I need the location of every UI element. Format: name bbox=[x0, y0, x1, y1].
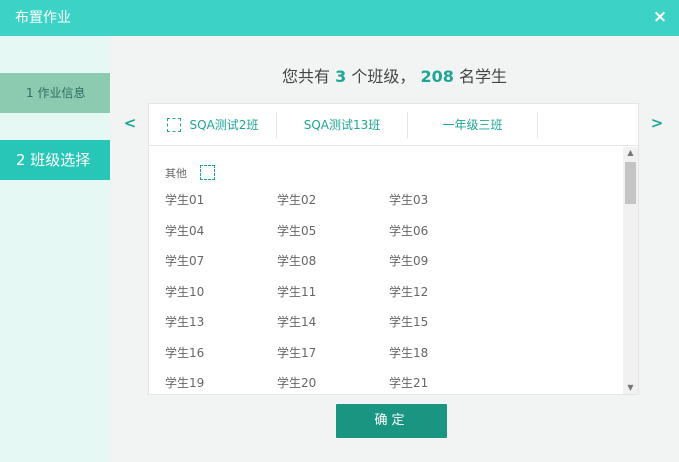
chevron-left-icon[interactable]: < bbox=[122, 114, 138, 132]
tab-label: 一年级三班 bbox=[442, 118, 503, 132]
summary-middle: 个班级， bbox=[351, 67, 416, 86]
student-count: 208 bbox=[420, 67, 454, 86]
student-item[interactable]: 学生03 bbox=[389, 191, 428, 208]
tab-label: SQA测试2班 bbox=[189, 118, 259, 132]
tab-label: SQA测试13班 bbox=[303, 118, 381, 132]
class-student-panel: SQA测试2班 SQA测试13班 一年级三班 其他 学生01 学生02 学生03 学生… bbox=[148, 103, 639, 395]
confirm-button[interactable]: 确定 bbox=[336, 404, 447, 438]
student-item[interactable]: 学生17 bbox=[277, 344, 316, 361]
student-item[interactable]: 学生11 bbox=[277, 283, 316, 300]
class-count: 3 bbox=[335, 67, 347, 86]
student-item[interactable]: 学生01 bbox=[165, 191, 204, 208]
student-item[interactable]: 学生18 bbox=[389, 344, 428, 361]
summary-prefix: 您共有 bbox=[282, 67, 331, 86]
tab-class-grade1-3[interactable]: 一年级三班 bbox=[408, 112, 538, 138]
student-item[interactable]: 学生05 bbox=[277, 222, 316, 239]
summary-suffix: 名学生 bbox=[458, 67, 507, 86]
student-item[interactable]: 学生08 bbox=[277, 252, 316, 269]
student-item[interactable]: 学生07 bbox=[165, 252, 204, 269]
step-homework-info[interactable]: 1 作业信息 bbox=[0, 73, 110, 113]
group-select-all-checkbox[interactable] bbox=[200, 165, 215, 180]
student-item[interactable]: 学生04 bbox=[165, 222, 204, 239]
student-item[interactable]: 学生10 bbox=[165, 283, 204, 300]
student-item[interactable]: 学生12 bbox=[389, 283, 428, 300]
dialog-title: 布置作业 bbox=[15, 10, 71, 26]
student-item[interactable]: 学生15 bbox=[389, 313, 428, 330]
student-item[interactable]: 学生13 bbox=[165, 313, 204, 330]
tab-class-sqa13[interactable]: SQA测试13班 bbox=[277, 112, 408, 138]
step-class-selection[interactable]: 2 班级选择 bbox=[0, 140, 110, 180]
student-list: 其他 学生01 学生02 学生03 学生04 学生05 学生06 学生07 学生08 学生09 学… bbox=[149, 147, 623, 394]
student-item[interactable]: 学生20 bbox=[277, 374, 316, 391]
student-item[interactable]: 学生14 bbox=[277, 313, 316, 330]
group-label: 其他 bbox=[165, 167, 187, 180]
assign-homework-dialog: 布置作业 × 1 作业信息 2 班级选择 您共有 3 个班级， 208 名学生 … bbox=[0, 0, 679, 462]
chevron-right-icon[interactable]: > bbox=[649, 114, 665, 132]
student-item[interactable]: 学生09 bbox=[389, 252, 428, 269]
scrollbar-thumb[interactable] bbox=[625, 162, 636, 204]
class-tabs: SQA测试2班 SQA测试13班 一年级三班 bbox=[149, 104, 638, 146]
class-selection-panel: 您共有 3 个班级， 208 名学生 < > SQA测试2班 SQA测试13班 … bbox=[110, 36, 679, 462]
scroll-down-icon[interactable]: ▼ bbox=[623, 382, 638, 394]
student-item[interactable]: 学生02 bbox=[277, 191, 316, 208]
step-sidebar: 1 作业信息 2 班级选择 bbox=[0, 36, 110, 462]
student-item[interactable]: 学生06 bbox=[389, 222, 428, 239]
scroll-up-icon[interactable]: ▲ bbox=[623, 147, 638, 159]
close-icon[interactable]: × bbox=[650, 7, 670, 27]
dialog-title-bar: 布置作业 × bbox=[0, 0, 679, 36]
selection-summary: 您共有 3 个班级， 208 名学生 bbox=[110, 63, 679, 87]
student-item[interactable]: 学生16 bbox=[165, 344, 204, 361]
student-list-scrollbar[interactable]: ▲ ▼ bbox=[623, 147, 638, 394]
student-item[interactable]: 学生21 bbox=[389, 374, 428, 391]
tab-class-sqa2[interactable]: SQA测试2班 bbox=[149, 112, 277, 138]
class-checkbox[interactable] bbox=[166, 117, 181, 132]
student-item[interactable]: 学生19 bbox=[165, 374, 204, 391]
